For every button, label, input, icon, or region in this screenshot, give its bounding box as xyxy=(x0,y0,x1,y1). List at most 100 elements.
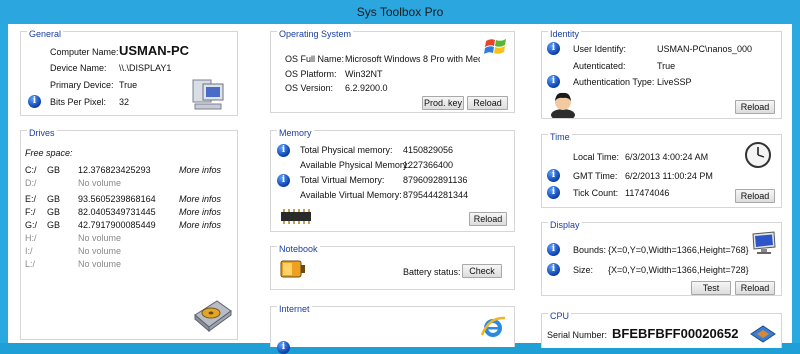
prod-key-button[interactable]: Prod. key xyxy=(422,96,464,110)
available-physical-memory-label: Available Physical Memory: xyxy=(300,160,410,170)
general-title: General xyxy=(27,29,64,39)
os-version-label: OS Version: xyxy=(285,83,334,93)
drive-letter: C:/ xyxy=(25,165,37,175)
memory-chip-icon xyxy=(281,209,311,224)
windows-logo-icon xyxy=(484,39,506,54)
authentication-type-value: LiveSSP xyxy=(657,77,692,87)
internet-title: Internet xyxy=(277,304,312,314)
drive-free-space: 93.5605239868164 xyxy=(78,194,156,204)
cpu-chip-icon xyxy=(750,325,776,343)
drives-title: Drives xyxy=(27,128,57,138)
general-group: General Computer Name: USMAN-PC Device N… xyxy=(20,29,238,116)
app-window: Sys Toolbox Pro General Computer Name: U… xyxy=(0,0,800,354)
size-value: {X=0,Y=0,Width=1366,Height=728} xyxy=(608,265,749,275)
main-panel: General Computer Name: USMAN-PC Device N… xyxy=(8,24,792,354)
identity-title: Identity xyxy=(548,29,582,39)
clock-icon xyxy=(745,142,771,168)
test-button-label: Test xyxy=(702,283,720,293)
drive-free-space: 42.7917900085449 xyxy=(78,220,156,230)
info-icon: i xyxy=(547,42,560,55)
drive-letter: E:/ xyxy=(25,194,37,204)
drive-letter: G:/ xyxy=(25,220,38,230)
bounds-value: {X=0,Y=0,Width=1366,Height=768} xyxy=(608,245,749,255)
bounds-label: Bounds: xyxy=(573,245,607,255)
available-virtual-memory-value: 8795444281344 xyxy=(403,190,469,200)
user-avatar-icon xyxy=(551,92,575,118)
info-icon: i xyxy=(277,174,290,187)
notebook-title: Notebook xyxy=(277,244,320,254)
drive-unit: GB xyxy=(47,207,61,217)
battery-status-label: Battery status: xyxy=(403,267,461,277)
cpu-title: CPU xyxy=(548,311,572,321)
time-group: Time Local Time: 6/3/2013 4:00:24 AM i G… xyxy=(541,132,782,208)
authentication-type-label: Authentication Type: xyxy=(573,77,655,87)
display-reload-button-label: Reload xyxy=(740,283,770,293)
total-physical-memory-label: Total Physical memory: xyxy=(300,145,393,155)
more-infos-link[interactable]: More infos xyxy=(179,220,221,231)
drive-letter: F:/ xyxy=(25,207,36,217)
computer-name-value: USMAN-PC xyxy=(119,43,190,58)
check-button[interactable]: Check xyxy=(462,264,502,278)
test-button[interactable]: Test xyxy=(691,281,731,295)
more-infos-link[interactable]: More infos xyxy=(179,207,221,218)
drive-letter: H:/ xyxy=(25,233,37,243)
gmt-time-label: GMT Time: xyxy=(573,171,618,181)
available-virtual-memory-label: Available Virtual Memory: xyxy=(300,190,402,200)
tick-count-value: 117474046 xyxy=(625,188,670,198)
size-label: Size: xyxy=(573,265,594,275)
info-icon: i xyxy=(547,169,560,182)
os-version-value: 6.2.9200.0 xyxy=(345,83,388,93)
drive-free-space: No volume xyxy=(78,233,122,243)
identity-reload-button-label: Reload xyxy=(740,102,770,112)
prod-key-button-label: Prod. key xyxy=(423,98,463,108)
more-infos-link[interactable]: More infos xyxy=(179,165,221,176)
drive-letter: D:/ xyxy=(25,178,37,188)
os-platform-label: OS Platform: xyxy=(285,69,337,79)
info-icon: i xyxy=(547,243,560,256)
user-identify-value: USMAN-PC\nanos_000 xyxy=(657,44,753,54)
local-time-label: Local Time: xyxy=(573,152,620,162)
os-reload-button[interactable]: Reload xyxy=(467,96,508,110)
more-infos-link[interactable]: More infos xyxy=(179,194,221,205)
drive-letter: I:/ xyxy=(25,246,33,256)
os-reload-button-label: Reload xyxy=(473,98,502,108)
device-name-label: Device Name: xyxy=(50,63,107,73)
serial-number-value: BFEBFBFF00020652 xyxy=(612,326,739,341)
info-icon: i xyxy=(547,75,560,88)
identity-reload-button[interactable]: Reload xyxy=(735,100,775,114)
monitor-icon xyxy=(752,231,776,254)
info-icon: i xyxy=(547,263,560,276)
os-title: Operating System xyxy=(277,29,354,39)
local-time-value: 6/3/2013 4:00:24 AM xyxy=(625,152,709,162)
display-title: Display xyxy=(548,220,582,230)
drives-group: Drives Free space: C:/ GB 12.37682342529… xyxy=(20,128,238,340)
internet-explorer-icon xyxy=(480,316,506,337)
drive-free-space: No volume xyxy=(78,259,122,269)
drive-free-space: 12.376823425293 xyxy=(78,165,151,175)
window-title: Sys Toolbox Pro xyxy=(356,5,444,19)
bits-per-pixel-value: 32 xyxy=(119,97,130,107)
info-icon: i xyxy=(28,95,41,108)
os-full-name-text: Microsoft Windows 8 Pro with Media Cente… xyxy=(345,54,480,64)
serial-number-label: Serial Number: xyxy=(547,330,608,340)
time-title: Time xyxy=(548,132,572,142)
total-physical-memory-value: 4150829056 xyxy=(403,145,454,155)
display-reload-button[interactable]: Reload xyxy=(735,281,775,295)
title-bar[interactable]: Sys Toolbox Pro xyxy=(0,0,800,24)
primary-device-value: True xyxy=(119,80,138,90)
drive-unit: GB xyxy=(47,194,61,204)
info-icon: i xyxy=(547,186,560,199)
display-group: Display i Bounds: {X=0,Y=0,Width=1366,He… xyxy=(541,220,782,296)
check-button-label: Check xyxy=(469,266,495,276)
hard-drive-icon xyxy=(194,300,232,333)
drive-free-space: 82.0405349731445 xyxy=(78,207,156,217)
time-reload-button[interactable]: Reload xyxy=(735,189,775,203)
authenticated-label: Autenticated: xyxy=(573,61,626,71)
memory-reload-button-label: Reload xyxy=(473,214,503,224)
memory-reload-button[interactable]: Reload xyxy=(469,212,507,226)
identity-group: Identity i User Identify: USMAN-PC\nanos… xyxy=(541,29,782,119)
available-physical-memory-value: 1227366400 xyxy=(403,160,454,170)
memory-title: Memory xyxy=(277,128,314,138)
internet-group: Internet i xyxy=(270,304,515,354)
free-space-label: Free space: xyxy=(25,148,73,158)
